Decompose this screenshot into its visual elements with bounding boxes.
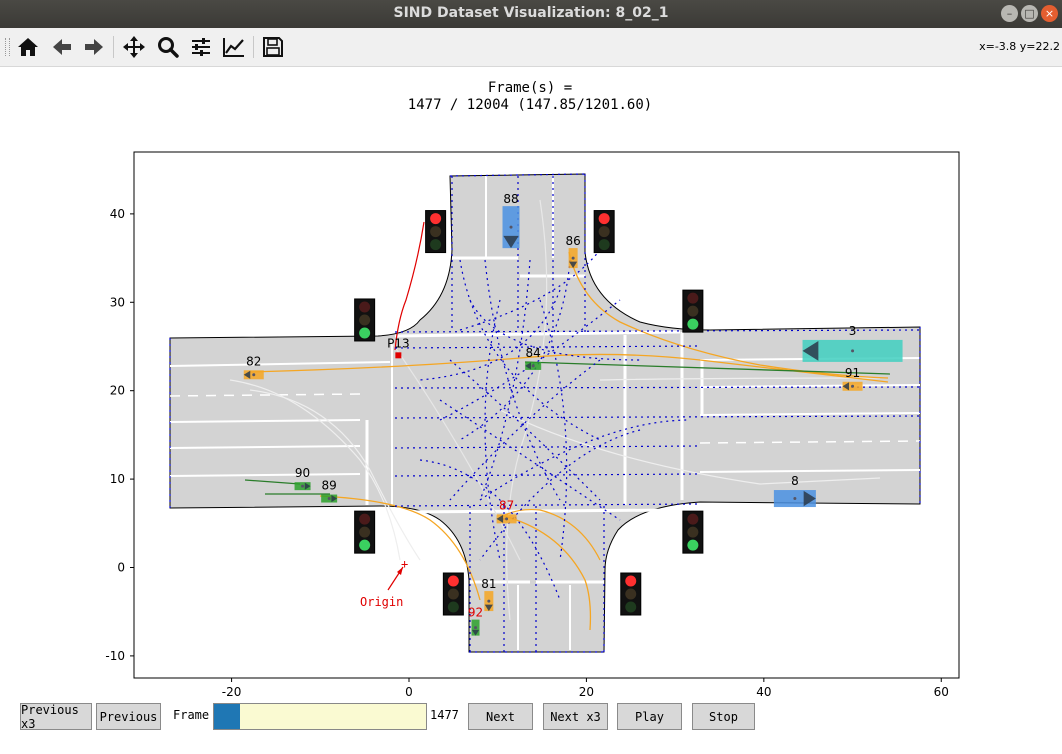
frame-value: 1477	[430, 708, 459, 722]
traffic-light-lamp	[430, 213, 442, 225]
traffic-light-lamp	[687, 539, 699, 551]
intersection-plot[interactable]: 88 86 3 91 84 82 P13 90 89 87 8 81 92 -20 0 20 40 60 40 30…	[0, 0, 1062, 754]
previous-button[interactable]: Previous	[96, 703, 161, 730]
traffic-light-lamp	[687, 292, 699, 304]
y-tick-label: 40	[110, 207, 125, 221]
agent-moto: 82	[243, 354, 264, 380]
agent-id-label: 8	[791, 474, 799, 488]
agent-id-label: 87	[499, 498, 514, 512]
agent-center	[571, 256, 575, 260]
pedestrian-marker	[395, 352, 402, 359]
frame-slider-fill	[214, 704, 241, 729]
traffic-light-lamp	[598, 239, 610, 251]
x-tick-label: 60	[934, 685, 949, 699]
origin-label: Origin	[360, 595, 403, 609]
agent-center	[851, 384, 855, 388]
traffic-light	[442, 572, 464, 616]
agent-center	[793, 497, 797, 501]
traffic-light-lamp	[359, 513, 371, 525]
traffic-light-lamp	[447, 588, 459, 600]
traffic-light-lamp	[447, 575, 459, 587]
frame-slider[interactable]	[213, 703, 427, 730]
x-tick-label: 0	[405, 685, 413, 699]
traffic-light	[682, 510, 704, 554]
agent-center	[301, 484, 305, 488]
agent-car: 88	[502, 192, 520, 249]
y-tick-label: 10	[110, 472, 125, 486]
x-tick-label: -20	[222, 685, 242, 699]
agent-id-label: 90	[295, 466, 310, 480]
traffic-light-lamp	[359, 526, 371, 538]
agent-center	[327, 497, 331, 501]
x-tick-label: 40	[756, 685, 771, 699]
agent-center	[505, 517, 509, 521]
traffic-light-lamp	[687, 305, 699, 317]
agent-id-label: 92	[468, 606, 483, 620]
agent-center	[252, 373, 256, 377]
agent-id-label: P13	[387, 336, 410, 350]
agent-bike: 90	[294, 466, 311, 491]
traffic-light-lamp	[625, 588, 637, 600]
stop-button[interactable]: Stop	[692, 703, 755, 730]
traffic-light-lamp	[625, 601, 637, 613]
y-tick-label: 20	[110, 384, 125, 398]
traffic-light	[593, 210, 615, 254]
previous-x3-button[interactable]: Previous x3	[20, 703, 92, 731]
traffic-light-lamp	[359, 301, 371, 313]
agent-moto: 87	[496, 498, 517, 524]
next-button[interactable]: Next	[468, 703, 533, 730]
agent-center	[487, 599, 491, 603]
x-tick-label: 20	[579, 685, 594, 699]
traffic-light-lamp	[430, 239, 442, 251]
agent-id-label: 88	[503, 192, 518, 206]
agent-id-label: 81	[481, 577, 496, 591]
agent-id-label: 86	[565, 234, 580, 248]
traffic-light-lamp	[625, 575, 637, 587]
traffic-light-lamp	[687, 513, 699, 525]
traffic-light	[682, 289, 704, 333]
y-tick-label: 0	[117, 560, 125, 574]
traffic-light-lamp	[359, 327, 371, 339]
play-button[interactable]: Play	[617, 703, 682, 730]
agent-center	[509, 225, 513, 229]
traffic-light	[620, 572, 642, 616]
traffic-light-lamp	[598, 226, 610, 238]
agent-moto: 91	[842, 366, 863, 391]
svg-text:+: +	[401, 557, 408, 571]
y-tick-label: -10	[105, 649, 125, 663]
traffic-light-lamp	[687, 318, 699, 330]
agent-id-label: 3	[849, 324, 857, 338]
traffic-light-lamp	[687, 526, 699, 538]
traffic-light-lamp	[430, 226, 442, 238]
traffic-light	[354, 298, 376, 342]
next-x3-button[interactable]: Next x3	[543, 703, 608, 730]
agent-id-label: 91	[845, 366, 860, 380]
traffic-light-lamp	[598, 213, 610, 225]
agent-center	[851, 349, 855, 353]
traffic-light	[354, 510, 376, 554]
agent-bike: 89	[321, 479, 338, 503]
agent-bike: 84	[525, 346, 542, 370]
traffic-light-lamp	[359, 539, 371, 551]
agent-id-label: 82	[246, 354, 261, 368]
traffic-light-lamp	[447, 601, 459, 613]
agent-id-label: 89	[322, 479, 337, 493]
y-tick-label: 30	[110, 295, 125, 309]
frame-label: Frame	[173, 708, 210, 722]
agent-id-label: 84	[526, 346, 541, 360]
traffic-light-lamp	[359, 314, 371, 326]
agent-center	[531, 364, 535, 368]
agent-center	[474, 626, 478, 630]
traffic-light	[425, 210, 447, 254]
